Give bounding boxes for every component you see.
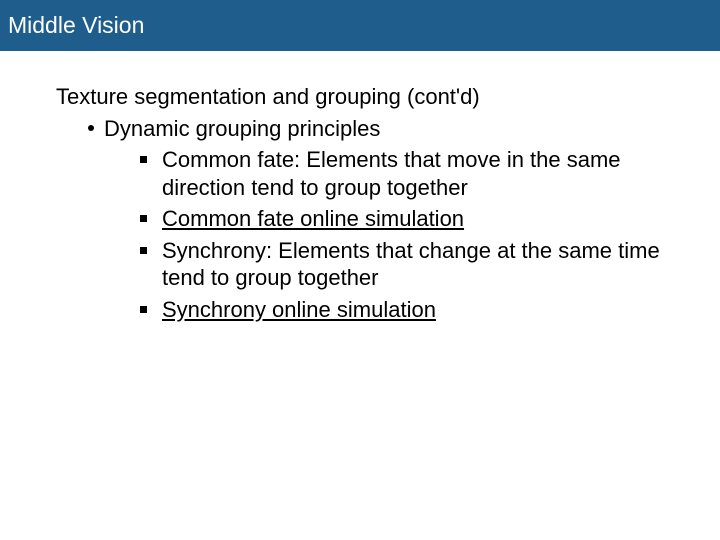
list-item: Common fate: Elements that move in the s…	[140, 146, 680, 201]
simulation-link[interactable]: Synchrony online simulation	[162, 297, 436, 322]
list-item: Common fate online simulation	[140, 205, 680, 233]
list-item: Synchrony online simulation	[140, 296, 680, 324]
list-item-text: Synchrony: Elements that change at the s…	[162, 238, 660, 291]
slide-title: Middle Vision	[8, 12, 144, 38]
bullet-dot-icon	[88, 125, 94, 131]
bullet-square-icon	[140, 215, 147, 222]
slide-title-bar: Middle Vision	[0, 0, 720, 51]
topic-text: Texture segmentation and grouping (cont'…	[56, 84, 480, 109]
topic-line: Texture segmentation and grouping (cont'…	[56, 83, 680, 111]
simulation-link[interactable]: Common fate online simulation	[162, 206, 464, 231]
bullet-square-icon	[140, 247, 147, 254]
slide: Middle Vision Texture segmentation and g…	[0, 0, 720, 540]
bullet-square-icon	[140, 156, 147, 163]
bullet-square-icon	[140, 306, 147, 313]
subtopic-text: Dynamic grouping principles	[104, 116, 380, 141]
slide-body: Texture segmentation and grouping (cont'…	[0, 51, 720, 323]
list-item-text: Common fate: Elements that move in the s…	[162, 147, 621, 200]
subtopic-line: Dynamic grouping principles	[88, 115, 680, 143]
list-item: Synchrony: Elements that change at the s…	[140, 237, 680, 292]
